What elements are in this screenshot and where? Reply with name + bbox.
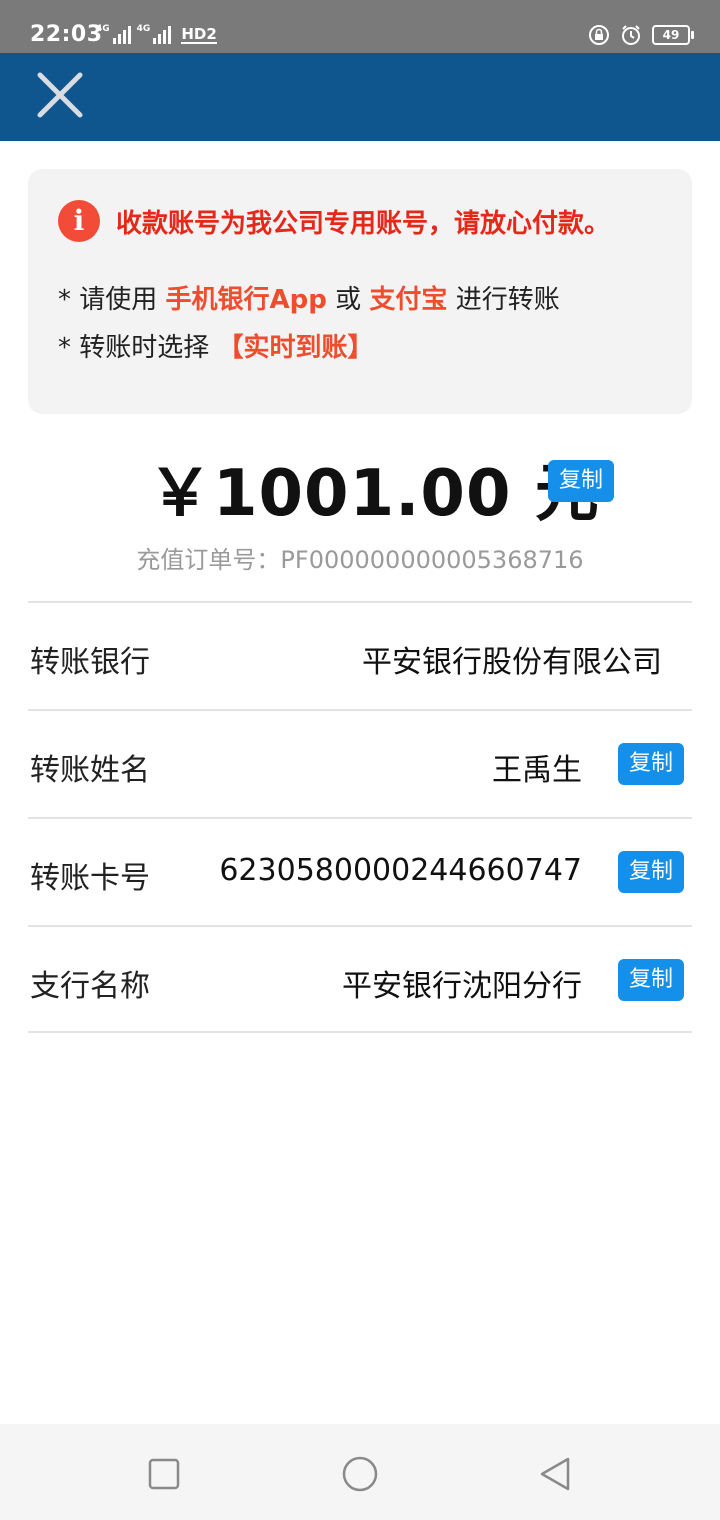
notice-card: i 收款账号为我公司专用账号，请放心付款。 * 请使用 手机银行App 或 支付… [28,169,692,414]
alarm-icon [622,25,640,45]
notice-headline: 收款账号为我公司专用账号，请放心付款。 [116,209,611,239]
payment-amount: ￥1001.00 元 [148,457,600,531]
back-icon[interactable] [536,1454,576,1494]
copy-amount-button[interactable]: 复制 [548,460,614,502]
status-bar: 22:03 4G 4G HD2 49 [0,0,720,53]
rotation-lock-icon [589,25,609,45]
signal-icon: 4G [96,24,131,44]
copy-name-button[interactable]: 复制 [618,743,684,785]
hd-voice-icon: HD2 [181,25,217,44]
home-icon[interactable] [340,1454,380,1494]
bank-value: 平安银行股份有限公司 [362,645,662,680]
status-right: 49 [588,24,694,46]
divider [28,817,692,819]
recent-apps-icon[interactable] [144,1454,184,1494]
order-number: 充值订单号：PF000000000005368716 [136,546,584,574]
branch-value: 平安银行沈阳分行 [342,969,582,1004]
name-value: 王禹生 [492,753,582,788]
signal-indicators: 4G 4G HD2 [96,24,217,44]
branch-label: 支行名称 [30,969,150,1004]
battery-icon: 49 [652,25,694,45]
info-icon: i [58,200,100,242]
status-time: 22:03 [30,22,103,47]
highlight-mobile-bank: 手机银行App [165,285,327,315]
highlight-alipay: 支付宝 [369,285,448,315]
navigation-bar [0,1424,720,1520]
signal-icon: 4G [137,24,172,44]
divider [28,1031,692,1033]
name-label: 转账姓名 [30,753,150,788]
notice-line-realtime: * 转账时选择 【实时到账】 [58,333,374,363]
card-number-value: 6230580000244660747 [219,853,582,888]
divider [28,601,692,603]
divider [28,709,692,711]
notice-line-app: * 请使用 手机银行App 或 支付宝 进行转账 [58,285,560,315]
copy-card-number-button[interactable]: 复制 [618,851,684,893]
app-header [0,53,720,141]
highlight-realtime: 【实时到账】 [217,333,374,363]
bank-label: 转账银行 [30,645,150,680]
card-number-label: 转账卡号 [30,861,150,896]
copy-branch-button[interactable]: 复制 [618,959,684,1001]
close-icon[interactable] [30,65,90,125]
divider [28,925,692,927]
